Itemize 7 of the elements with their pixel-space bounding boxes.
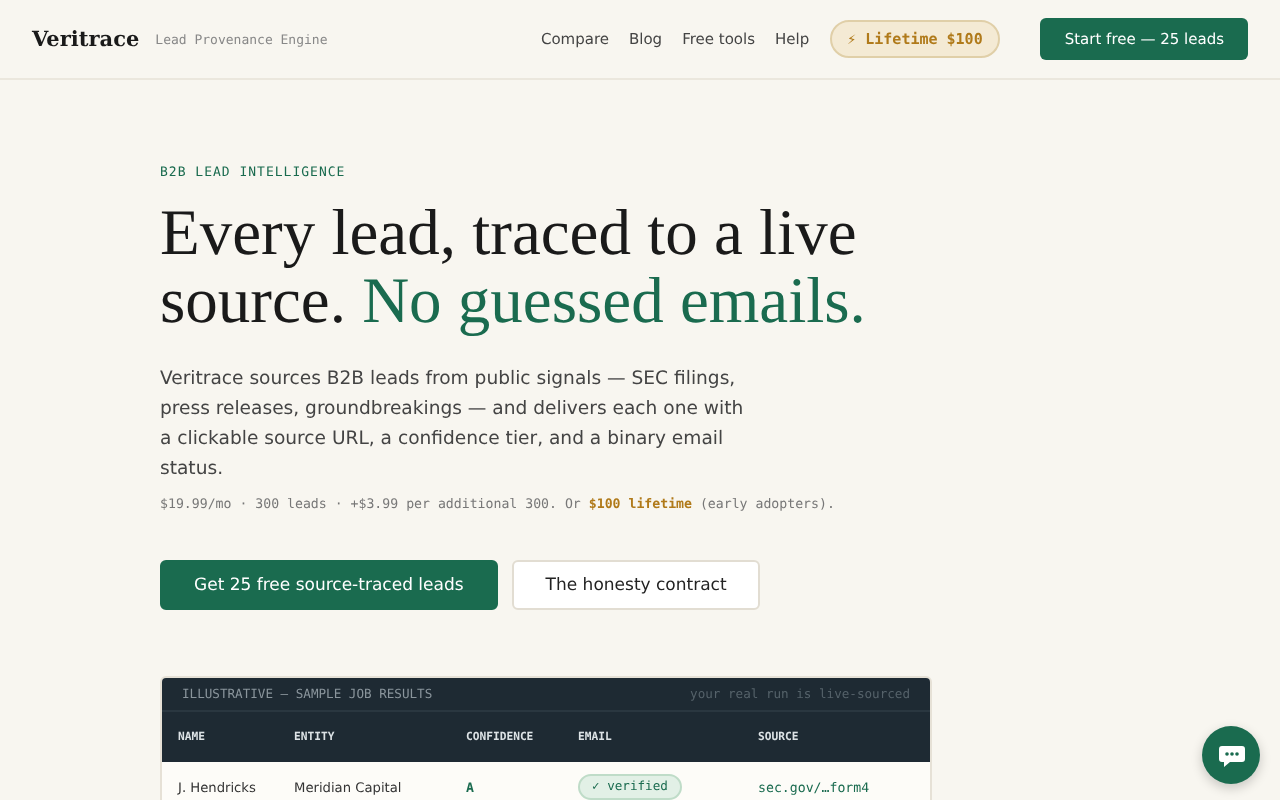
brand-logo[interactable]: Veritrace [32,27,140,51]
chat-bubble-icon [1217,743,1245,767]
get-leads-button[interactable]: Get 25 free source-traced leads [160,560,498,610]
description: Veritrace sources B2B leads from public signals — SEC filings, press releases, groundbreakings — and delivers each one with a clickable source URL, a confidence tier, and a binary email status. [160,366,746,484]
chat-button[interactable] [1202,726,1260,784]
honesty-contract-button[interactable]: The honesty contract [511,560,761,610]
headline: Every lead, traced to a live source. No guessed emails. [160,200,868,336]
